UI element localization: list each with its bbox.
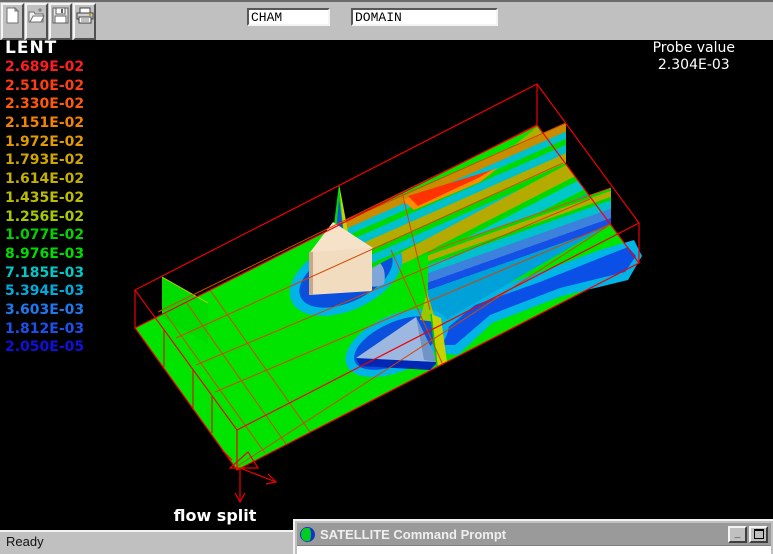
domain-field[interactable] (351, 8, 498, 26)
legend-value: 8.976E-03 (5, 245, 84, 264)
window-content[interactable] (297, 545, 771, 554)
maximize-icon (754, 529, 764, 539)
status-text: Ready (6, 534, 44, 549)
minimize-button[interactable]: _ (728, 526, 747, 543)
legend-value: 7.185E-03 (5, 264, 84, 283)
satellite-command-prompt-window[interactable]: SATELLITE Command Prompt _ (293, 519, 773, 554)
cham-field[interactable] (247, 8, 330, 26)
legend-value: 2.151E-02 (5, 114, 84, 133)
new-file-button[interactable] (1, 3, 24, 40)
legend-value: 1.614E-02 (5, 170, 84, 189)
printer-icon (76, 7, 94, 24)
legend-value: 5.394E-03 (5, 282, 84, 301)
satellite-app-icon (300, 527, 315, 542)
window-title: SATELLITE Command Prompt (320, 527, 726, 542)
legend-value: 3.603E-03 (5, 301, 84, 320)
legend-value: 1.812E-03 (5, 320, 84, 339)
graphics-viewport[interactable]: LENT 2.689E-02 2.510E-02 2.330E-02 2.151… (0, 40, 773, 530)
open-file-button[interactable] (25, 3, 48, 40)
probe-readout: Probe value 2.304E-03 (653, 40, 735, 74)
open-folder-icon (28, 7, 45, 24)
cfd-3d-scene (0, 40, 773, 530)
obstacle-box-shadow-edge (309, 252, 313, 295)
contour-legend: LENT 2.689E-02 2.510E-02 2.330E-02 2.151… (5, 38, 84, 357)
print-button[interactable] (73, 3, 96, 40)
probe-value: 2.304E-03 (653, 57, 735, 74)
legend-value: 1.435E-02 (5, 189, 84, 208)
legend-value: 1.256E-02 (5, 208, 84, 227)
legend-value: 2.510E-02 (5, 77, 84, 96)
maximize-button[interactable] (749, 526, 768, 543)
toolbar (0, 0, 773, 40)
save-button[interactable] (49, 3, 72, 40)
legend-value: 2.689E-02 (5, 58, 84, 77)
legend-value: 2.330E-02 (5, 95, 84, 114)
window-title-bar[interactable]: SATELLITE Command Prompt _ (297, 523, 771, 545)
photon-viewer-app: LENT 2.689E-02 2.510E-02 2.330E-02 2.151… (0, 0, 773, 554)
obstacle-box-front (309, 248, 372, 295)
legend-variable-name: LENT (5, 38, 84, 58)
plot-caption: flow split (120, 506, 310, 525)
legend-value: 2.050E-05 (5, 338, 84, 357)
probe-label: Probe value (653, 40, 735, 57)
legend-value: 1.793E-02 (5, 151, 84, 170)
legend-value: 1.077E-02 (5, 226, 84, 245)
new-file-icon (4, 7, 21, 24)
legend-value: 1.972E-02 (5, 133, 84, 152)
save-floppy-icon (52, 7, 69, 24)
